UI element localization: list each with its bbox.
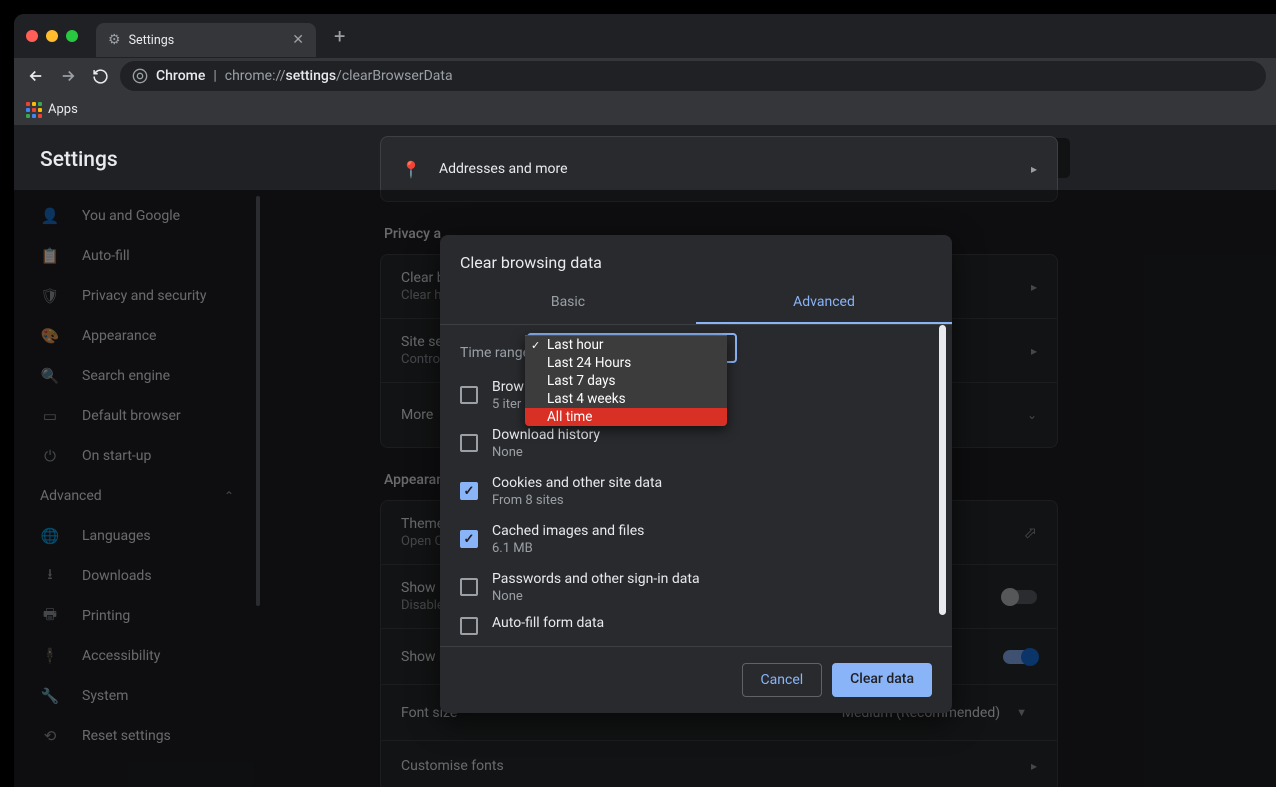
dropdown-item-last-4-weeks[interactable]: Last 4 weeks — [525, 390, 727, 408]
minimize-window-button[interactable] — [46, 30, 58, 42]
checkbox-checked[interactable]: ✓ — [460, 482, 478, 500]
cancel-button[interactable]: Cancel — [742, 663, 823, 697]
option-autofill[interactable]: Auto-fill form data — [440, 611, 952, 641]
window-controls — [26, 30, 78, 42]
new-tab-button[interactable]: + — [334, 24, 345, 48]
time-range-dropdown[interactable]: Last hour Last 24 Hours Last 7 days Last… — [525, 335, 727, 426]
checkbox-checked[interactable]: ✓ — [460, 530, 478, 548]
dialog-footer: Cancel Clear data — [440, 646, 952, 713]
dropdown-item-all-time[interactable]: All time — [525, 408, 727, 426]
scrollbar[interactable] — [939, 325, 946, 615]
option-title: Download history — [492, 427, 600, 443]
gear-icon: ⚙ — [108, 32, 121, 48]
checkbox[interactable] — [460, 386, 478, 404]
tab-advanced[interactable]: Advanced — [696, 282, 952, 324]
titlebar: ⚙ Settings ✕ + — [14, 14, 1276, 58]
omnibox-separator: | — [213, 68, 216, 84]
option-sub: 5 iter — [492, 397, 524, 412]
tab-title: Settings — [129, 33, 175, 48]
close-tab-icon[interactable]: ✕ — [292, 32, 304, 48]
option-title: Cached images and files — [492, 523, 644, 539]
browser-tab[interactable]: ⚙ Settings ✕ — [96, 23, 316, 57]
dialog-title: Clear browsing data — [440, 235, 952, 282]
dropdown-item-last-hour[interactable]: Last hour — [525, 336, 727, 354]
option-title: Cookies and other site data — [492, 475, 662, 491]
dropdown-item-last-7-days[interactable]: Last 7 days — [525, 372, 727, 390]
back-button[interactable] — [24, 64, 48, 88]
chevron-right-icon: ▸ — [1031, 162, 1037, 176]
option-passwords[interactable]: Passwords and other sign-in data None — [440, 563, 952, 611]
maximize-window-button[interactable] — [66, 30, 78, 42]
row-title: Addresses and more — [439, 161, 568, 177]
option-sub: None — [492, 589, 700, 604]
omnibox-url: chrome://settings/clearBrowserData — [225, 68, 453, 84]
location-icon: 📍 — [401, 160, 421, 179]
apps-label[interactable]: Apps — [48, 102, 78, 117]
bookmarks-bar: Apps — [14, 94, 1276, 126]
address-bar: Chrome | chrome://settings/clearBrowserD… — [14, 58, 1276, 94]
time-range-label: Time range — [460, 345, 530, 361]
option-sub: None — [492, 445, 600, 460]
reload-button[interactable] — [88, 64, 112, 88]
checkbox[interactable] — [460, 578, 478, 596]
checkbox[interactable] — [460, 434, 478, 452]
omnibox[interactable]: Chrome | chrome://settings/clearBrowserD… — [120, 61, 1266, 91]
clear-browsing-dialog: Clear browsing data Basic Advanced Time … — [440, 235, 952, 713]
option-sub: From 8 sites — [492, 493, 662, 508]
chrome-icon — [132, 68, 148, 84]
option-download-history[interactable]: Download history None — [440, 419, 952, 467]
close-window-button[interactable] — [26, 30, 38, 42]
checkbox[interactable] — [460, 617, 478, 635]
option-title: Passwords and other sign-in data — [492, 571, 700, 587]
dialog-tabs: Basic Advanced — [440, 282, 952, 325]
apps-icon[interactable] — [26, 102, 42, 118]
option-title: Auto-fill form data — [492, 615, 604, 631]
option-cookies[interactable]: ✓ Cookies and other site data From 8 site… — [440, 467, 952, 515]
dropdown-item-last-24-hours[interactable]: Last 24 Hours — [525, 354, 727, 372]
option-cached[interactable]: ✓ Cached images and files 6.1 MB — [440, 515, 952, 563]
clear-data-button[interactable]: Clear data — [832, 663, 932, 697]
option-sub: 6.1 MB — [492, 541, 644, 556]
option-title: Brow — [492, 379, 524, 395]
omnibox-product: Chrome — [156, 68, 205, 84]
tab-basic[interactable]: Basic — [440, 282, 696, 324]
forward-button[interactable] — [56, 64, 80, 88]
